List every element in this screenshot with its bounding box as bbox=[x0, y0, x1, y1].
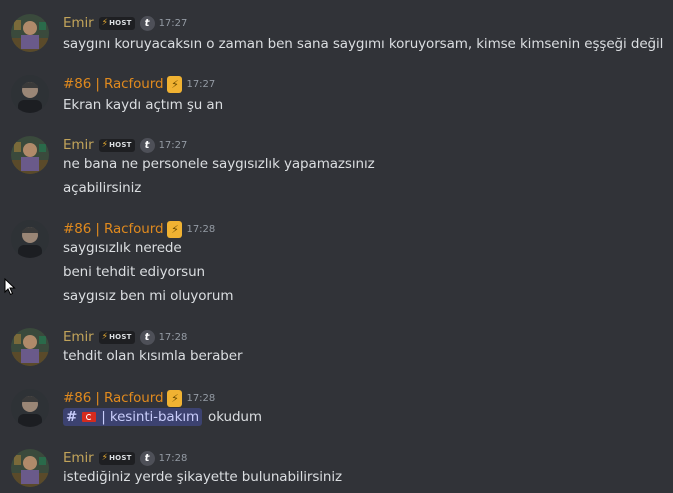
lightning-icon: ⚡ bbox=[167, 220, 183, 238]
message-header: #86 | Racfourd ⚡ 17:28 bbox=[63, 389, 215, 407]
host-badge: ⚡ HOST bbox=[98, 16, 135, 30]
message-text: tehdit olan kısımla beraber bbox=[63, 348, 243, 364]
message-header: Emir ⚡ HOST t 17:27 bbox=[63, 136, 187, 154]
lightning-icon: ⚡ bbox=[167, 389, 183, 407]
username[interactable]: Emir bbox=[63, 15, 94, 31]
message-header: Emir ⚡ HOST t 17:28 bbox=[63, 449, 187, 467]
message-text: # | kesinti-bakım okudum bbox=[63, 408, 262, 426]
host-badge: ⚡ HOST bbox=[98, 138, 135, 152]
message-header: Emir ⚡ HOST t 17:28 bbox=[63, 328, 187, 346]
timestamp[interactable]: 17:27 bbox=[159, 140, 188, 151]
hash-icon: # bbox=[66, 409, 78, 425]
username[interactable]: #86 | Racfourd bbox=[63, 390, 164, 406]
message-text-suffix: okudum bbox=[208, 409, 262, 425]
turkey-flag-icon bbox=[82, 412, 97, 422]
host-badge: ⚡ HOST bbox=[98, 330, 135, 344]
timestamp[interactable]: 17:27 bbox=[159, 18, 188, 29]
lightning-icon: ⚡ bbox=[101, 331, 109, 342]
avatar[interactable] bbox=[11, 328, 49, 366]
message-header: #86 | Racfourd ⚡ 17:28 bbox=[63, 220, 215, 238]
server-tag-icon[interactable]: t bbox=[139, 450, 155, 466]
host-badge: ⚡ HOST bbox=[98, 451, 135, 465]
server-tag-icon[interactable]: t bbox=[139, 15, 155, 31]
channel-mention[interactable]: # | kesinti-bakım bbox=[63, 408, 203, 426]
timestamp[interactable]: 17:28 bbox=[159, 332, 188, 343]
avatar[interactable] bbox=[11, 14, 49, 52]
username[interactable]: Emir bbox=[63, 329, 94, 345]
message-header: Emir ⚡ HOST t 17:27 bbox=[63, 14, 187, 32]
message-header: #86 | Racfourd ⚡ 17:27 bbox=[63, 75, 215, 93]
message-text: Ekran kaydı açtım şu an bbox=[63, 97, 224, 113]
timestamp[interactable]: 17:28 bbox=[186, 224, 215, 235]
badge-label: HOST bbox=[109, 141, 132, 149]
message-text: saygını koruyacaksın o zaman ben sana sa… bbox=[63, 36, 664, 52]
avatar[interactable] bbox=[11, 136, 49, 174]
username[interactable]: #86 | Racfourd bbox=[63, 76, 164, 92]
avatar[interactable] bbox=[11, 389, 49, 427]
lightning-icon: ⚡ bbox=[167, 75, 183, 93]
lightning-icon: ⚡ bbox=[101, 139, 109, 150]
avatar[interactable] bbox=[11, 75, 49, 113]
badge-label: HOST bbox=[109, 19, 132, 27]
channel-name: | kesinti-bakım bbox=[101, 409, 200, 425]
mouse-cursor-icon bbox=[4, 278, 16, 296]
badge-label: HOST bbox=[109, 333, 132, 341]
avatar[interactable] bbox=[11, 449, 49, 487]
timestamp[interactable]: 17:28 bbox=[186, 393, 215, 404]
server-tag-icon[interactable]: t bbox=[139, 329, 155, 345]
badge-label: HOST bbox=[109, 454, 132, 462]
message-text: istediğiniz yerde şikayette bulunabilirs… bbox=[63, 469, 343, 485]
avatar[interactable] bbox=[11, 220, 49, 258]
message-text: saygısızlık nerede bbox=[63, 240, 182, 256]
lightning-icon: ⚡ bbox=[101, 452, 109, 463]
timestamp[interactable]: 17:27 bbox=[186, 79, 215, 90]
username[interactable]: Emir bbox=[63, 450, 94, 466]
message-text: beni tehdit ediyorsun bbox=[63, 264, 206, 280]
message-text: açabilirsiniz bbox=[63, 180, 142, 196]
message-text: ne bana ne personele saygısızlık yapamaz… bbox=[63, 156, 375, 172]
username[interactable]: Emir bbox=[63, 137, 94, 153]
server-tag-icon[interactable]: t bbox=[139, 137, 155, 153]
lightning-icon: ⚡ bbox=[101, 17, 109, 28]
timestamp[interactable]: 17:28 bbox=[159, 453, 188, 464]
username[interactable]: #86 | Racfourd bbox=[63, 221, 164, 237]
message-text: saygısız ben mi oluyorum bbox=[63, 288, 234, 304]
